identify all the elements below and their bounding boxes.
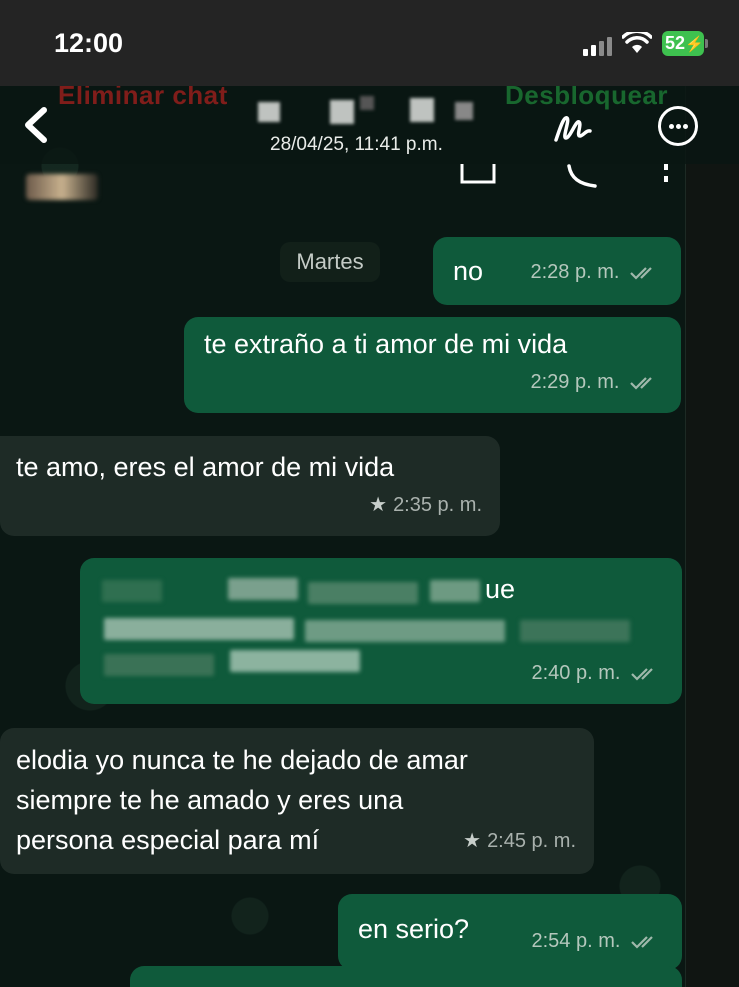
message-text: no — [453, 256, 484, 286]
phone-call-icon[interactable] — [565, 164, 601, 188]
message-bubble[interactable]: no 2:28 p. m. — [433, 237, 681, 305]
message-meta: ★ 2:35 p. m. — [369, 486, 482, 524]
status-bar: 12:00 52⚡ — [0, 0, 739, 86]
message-text: elodia yo nunca te he dejado de amar sie… — [16, 740, 468, 860]
message-bubble[interactable]: te amo, eres el amor de mi vida ★ 2:35 p.… — [0, 436, 500, 536]
viewer-toolbar: Eliminar chat Desbloquear 28/04/25, 11:4… — [0, 86, 739, 164]
message-time: 2:28 p. m. — [530, 261, 620, 283]
double-check-icon — [631, 935, 653, 949]
message-time: 2:40 p. m. — [531, 662, 621, 684]
message-meta: 2:29 p. m. — [531, 363, 660, 401]
status-time: 12:00 — [54, 28, 124, 58]
message-meta: 2:28 p. m. — [531, 253, 660, 291]
chat-header-row — [0, 164, 690, 208]
double-check-icon — [630, 376, 652, 390]
message-text: ue — [485, 574, 516, 604]
redacted-name-block — [360, 96, 374, 110]
screenshot-date: 28/04/25, 11:41 p.m. — [270, 134, 443, 155]
message-bubble[interactable]: elodia yo nunca te he dejado de amar sie… — [0, 728, 594, 874]
redacted-text — [104, 654, 214, 676]
message-line: siempre te he amado y eres una — [16, 785, 404, 815]
day-separator: Martes — [280, 242, 380, 282]
star-icon: ★ — [463, 830, 482, 852]
star-icon: ★ — [369, 494, 388, 516]
double-check-icon — [631, 667, 653, 681]
redacted-text — [305, 620, 505, 642]
video-call-icon[interactable] — [460, 164, 500, 188]
menu-dots-icon[interactable] — [660, 164, 672, 188]
message-time: 2:35 p. m. — [393, 494, 482, 516]
redacted-name-block — [258, 102, 280, 122]
edge-strip — [685, 86, 739, 987]
battery-icon: 52⚡ — [662, 31, 704, 56]
back-arrow-icon[interactable] — [20, 106, 54, 144]
avatar — [26, 174, 98, 200]
message-bubble[interactable]: te extraño a ti amor de mi vida 2:29 p. … — [184, 317, 681, 413]
faded-delete-chat-label: Eliminar chat — [58, 86, 228, 110]
wifi-icon — [622, 32, 652, 53]
message-text: te extraño a ti amor de mi vida — [204, 329, 568, 359]
message-bubble-partial[interactable] — [130, 966, 682, 987]
redacted-text — [520, 620, 630, 642]
double-check-icon — [630, 266, 652, 280]
redacted-name-block — [330, 100, 354, 124]
markup-pen-icon[interactable] — [550, 106, 598, 150]
more-options-icon[interactable] — [658, 106, 698, 146]
message-time: 2:54 p. m. — [531, 930, 621, 952]
message-bubble[interactable]: en serio? 2:54 p. m. — [338, 894, 682, 970]
chat-screen: Eliminar chat Desbloquear 28/04/25, 11:4… — [0, 86, 739, 987]
redacted-text — [104, 618, 294, 640]
message-line: persona especial para mí — [16, 825, 320, 855]
redacted-text — [308, 582, 418, 604]
battery-tip — [705, 39, 708, 48]
redacted-text — [230, 650, 360, 672]
message-line: elodia yo nunca te he dejado de amar — [16, 745, 468, 775]
message-text: te amo, eres el amor de mi vida — [16, 452, 395, 482]
message-meta: 2:40 p. m. — [532, 654, 661, 692]
cellular-signal-icon — [583, 37, 612, 56]
message-meta: ★ 2:45 p. m. — [463, 822, 576, 860]
message-time: 2:45 p. m. — [487, 830, 576, 852]
message-bubble[interactable]: ue 2:40 p. m. — [80, 558, 682, 704]
message-time: 2:29 p. m. — [530, 371, 620, 393]
redacted-name-block — [455, 102, 473, 120]
redacted-name-block — [410, 98, 434, 122]
redacted-text — [228, 578, 298, 600]
redacted-text — [102, 580, 162, 602]
battery-level: 52 — [665, 33, 686, 53]
message-meta: 2:54 p. m. — [532, 922, 661, 960]
message-text: en serio? — [358, 914, 470, 944]
redacted-text — [430, 580, 480, 602]
